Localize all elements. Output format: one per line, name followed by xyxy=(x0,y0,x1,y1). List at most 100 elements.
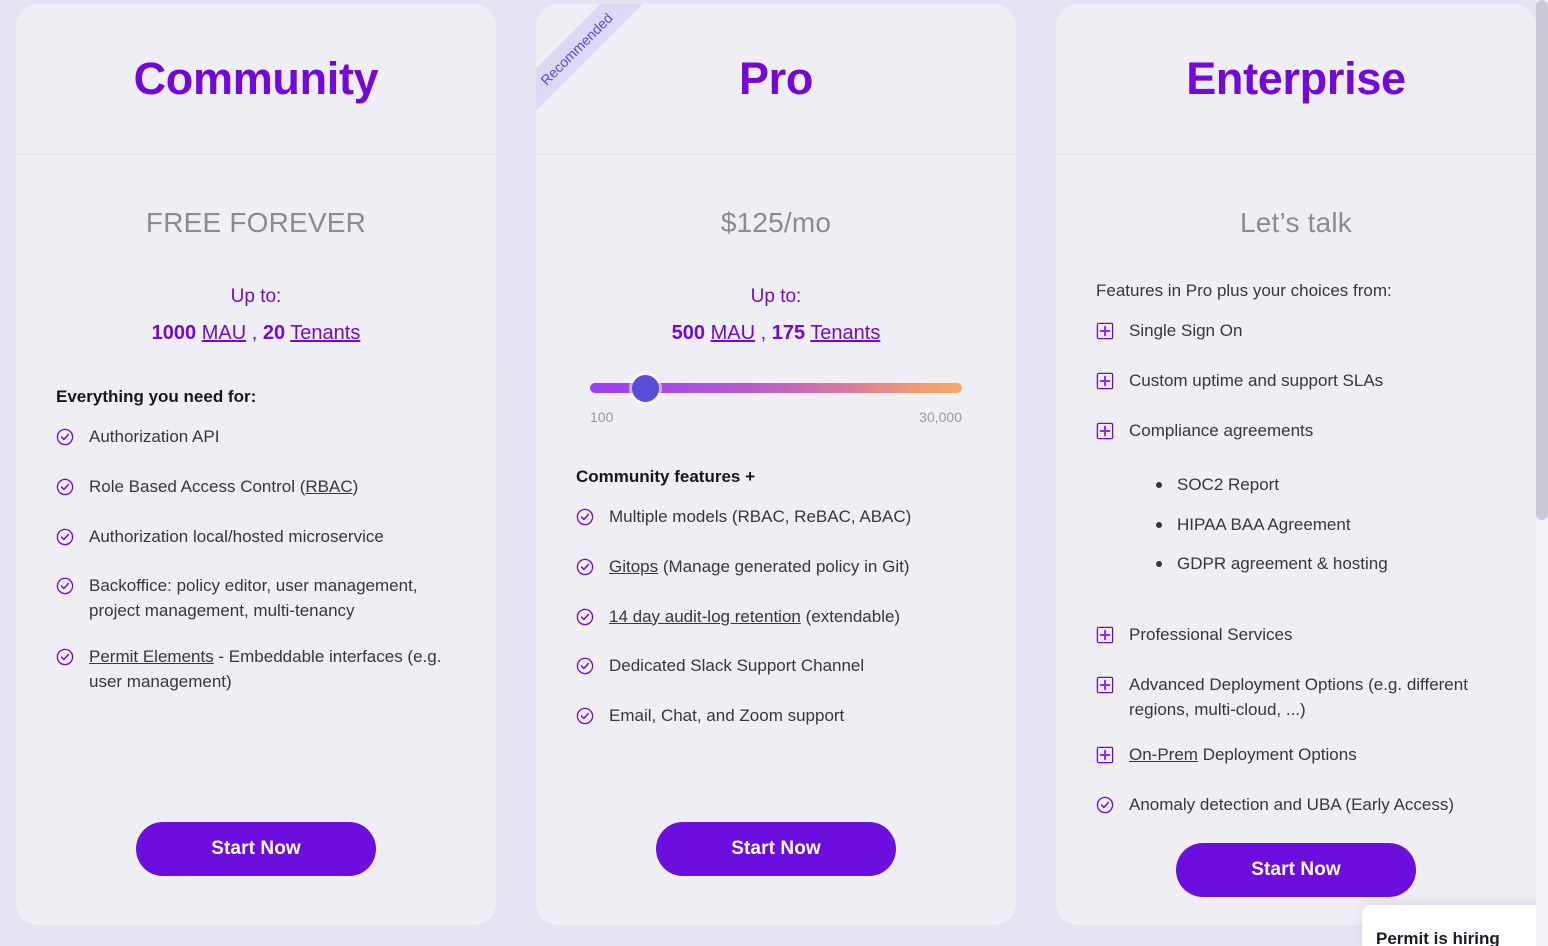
check-circle-icon xyxy=(576,657,594,683)
sub-feature-item: HIPAA BAA Agreement xyxy=(1152,512,1496,538)
feature-label: Anomaly detection and UBA (Early Access) xyxy=(1129,795,1455,815)
feature-label: Compliance agreements xyxy=(1129,420,1314,440)
slider-min-label: 100 xyxy=(590,409,614,425)
cta-wrap: Start Now xyxy=(576,822,976,925)
mau-slider[interactable]: 100 30,000 xyxy=(576,374,976,425)
feature-label: Email, Chat, and Zoom support xyxy=(609,706,845,726)
feature-label: Authorization local/hosted microservice xyxy=(89,526,384,546)
plan-price: $125/mo xyxy=(720,207,832,238)
plus-square-icon xyxy=(1096,746,1114,772)
feature-label: Single Sign On xyxy=(1129,321,1243,340)
page-scrollbar-thumb[interactable] xyxy=(1536,0,1548,520)
card-header-enterprise: Enterprise xyxy=(1056,4,1536,155)
tenants-link[interactable]: Tenants xyxy=(810,322,880,344)
feature-label: Professional Services xyxy=(1129,624,1293,644)
cta-wrap: Start Now xyxy=(56,822,456,925)
tenant-count: 20 xyxy=(262,322,286,344)
floating-widget[interactable]: Permit is hiring xyxy=(1362,905,1548,946)
plus-square-icon xyxy=(1096,626,1114,652)
feature-item: Role Based Access Control (RBAC) xyxy=(56,475,456,504)
page-scrollbar-track[interactable] xyxy=(1536,0,1548,946)
feature-item: Backoffice: policy editor, user manageme… xyxy=(56,574,456,624)
plan-price: FREE FOREVER xyxy=(145,207,367,238)
plus-square-icon xyxy=(1096,676,1114,702)
sub-feature-item: SOC2 Report xyxy=(1152,472,1496,498)
feature-item: Dedicated Slack Support Channel xyxy=(576,654,976,683)
plan-title: Pro xyxy=(738,53,814,104)
tenants-link[interactable]: Tenants xyxy=(290,322,360,344)
card-body-pro: $125/mo Up to: 500 MAU , 175 Tenants 100 30,… xyxy=(536,155,1016,925)
feature-label: Permit Elements - Embeddable interfaces … xyxy=(89,647,442,691)
tenant-count: 175 xyxy=(771,322,806,344)
feature-label: 14 day audit-log retention (extendable) xyxy=(609,606,901,626)
feature-item: Authorization API xyxy=(56,425,456,454)
feature-item: Anomaly detection and UBA (Early Access) xyxy=(1096,793,1496,822)
check-circle-icon xyxy=(56,528,74,554)
feature-label: Backoffice: policy editor, user manageme… xyxy=(89,576,418,621)
check-circle-icon xyxy=(56,428,74,454)
features-heading: Features in Pro plus your choices from: xyxy=(1096,281,1392,300)
mau-count: 1000 xyxy=(151,322,197,344)
start-now-button[interactable]: Start Now xyxy=(136,822,376,876)
plus-square-icon xyxy=(1096,422,1114,448)
up-to-label: Up to: xyxy=(230,286,282,307)
plan-limits: 500 MAU , 175 Tenants xyxy=(671,322,881,344)
feature-item: Permit Elements - Embeddable interfaces … xyxy=(56,645,456,695)
check-circle-icon xyxy=(576,608,594,634)
feature-label: Multiple models (RBAC, ReBAC, ABAC) xyxy=(609,507,912,526)
features-heading: Community features + xyxy=(576,467,756,486)
feature-label: Custom uptime and support SLAs xyxy=(1129,370,1384,390)
feature-label: On-Prem Deployment Options xyxy=(1129,745,1357,765)
mau-link[interactable]: MAU xyxy=(202,322,246,344)
plus-square-icon xyxy=(1096,372,1114,398)
mau-count: 500 xyxy=(671,322,706,344)
features-list: Multiple models (RBAC, ReBAC, ABAC) Gitop… xyxy=(576,505,976,754)
feature-item: 14 day audit-log retention (extendable) xyxy=(576,605,976,634)
feature-item: Compliance agreements xyxy=(1096,419,1496,448)
feature-item: Custom uptime and support SLAs xyxy=(1096,369,1496,398)
sub-features-list: SOC2 Report HIPAA BAA Agreement GDPR agree… xyxy=(1152,472,1496,591)
check-circle-icon xyxy=(576,508,594,534)
feature-item: Gitops (Manage generated policy in Git) xyxy=(576,555,976,584)
card-body-enterprise: Let’s talk Features in Pro plus your choi… xyxy=(1056,155,1536,925)
plan-price: Let’s talk xyxy=(1240,207,1352,238)
pricing-cards: Community FREE FOREVER Up to: 1000 MAU , 20… xyxy=(16,4,1536,925)
check-circle-icon xyxy=(56,577,74,603)
features-list: Single Sign On Custom uptime and support … xyxy=(1096,319,1496,468)
up-to-label: Up to: xyxy=(750,286,802,307)
check-circle-icon xyxy=(576,558,594,584)
check-circle-icon xyxy=(1096,796,1114,822)
check-circle-icon xyxy=(576,707,594,733)
plan-title: Enterprise xyxy=(1186,53,1406,104)
pricing-page: Community FREE FOREVER Up to: 1000 MAU , 20… xyxy=(0,0,1548,946)
card-body-community: FREE FOREVER Up to: 1000 MAU , 20 Tenants E… xyxy=(16,155,496,925)
pricing-card-enterprise: Enterprise Let’s talk Features in Pro plus… xyxy=(1056,4,1536,925)
slider-thumb[interactable] xyxy=(632,374,660,402)
feature-item: Single Sign On xyxy=(1096,319,1496,348)
feature-label: Dedicated Slack Support Channel xyxy=(609,656,865,676)
floating-widget-label: Permit is hiring xyxy=(1376,929,1500,946)
plan-limits: 1000 MAU , 20 Tenants xyxy=(151,322,361,344)
slider-track[interactable] xyxy=(590,374,962,402)
start-now-button[interactable]: Start Now xyxy=(656,822,896,876)
feature-item: Authorization local/hosted microservice xyxy=(56,525,456,554)
feature-label: Advanced Deployment Options (e.g. differ… xyxy=(1129,674,1468,719)
start-now-button[interactable]: Start Now xyxy=(1176,843,1416,897)
mau-link[interactable]: MAU xyxy=(711,322,755,344)
check-circle-icon xyxy=(56,478,74,504)
features-list-cont: Professional Services Advanced Deployment… xyxy=(1096,623,1496,843)
features-list: Authorization API Role Based Access Contr… xyxy=(56,425,456,716)
pricing-card-community: Community FREE FOREVER Up to: 1000 MAU , 20… xyxy=(16,4,496,925)
feature-label: Authorization API xyxy=(89,427,220,446)
feature-item: On-Prem Deployment Options xyxy=(1096,743,1496,772)
feature-item: Advanced Deployment Options (e.g. differ… xyxy=(1096,673,1496,723)
card-header-community: Community xyxy=(16,4,496,155)
feature-label: Gitops (Manage generated policy in Git) xyxy=(609,556,910,576)
feature-item: Multiple models (RBAC, ReBAC, ABAC) xyxy=(576,505,976,534)
slider-labels: 100 30,000 xyxy=(590,409,962,425)
check-circle-icon xyxy=(56,648,74,674)
sub-feature-item: GDPR agreement & hosting xyxy=(1152,551,1496,577)
feature-item: Professional Services xyxy=(1096,623,1496,652)
feature-label: Role Based Access Control (RBAC) xyxy=(89,476,359,496)
pricing-card-pro: Recommended Pro $125/mo Up to: 500 MAU , 175… xyxy=(536,4,1016,925)
